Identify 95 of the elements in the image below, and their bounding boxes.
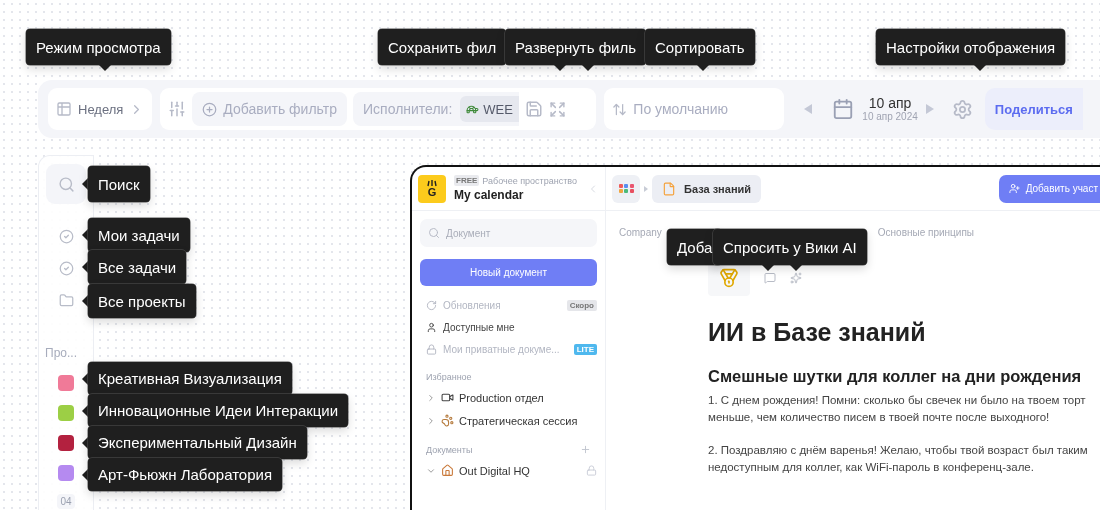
tooltip-pointer-icon [82, 372, 88, 385]
assignee-chip[interactable]: WEE [460, 96, 519, 122]
check-circle-icon [58, 260, 74, 276]
house-icon [441, 464, 454, 477]
group-title: Документы [426, 444, 473, 455]
document-search-field[interactable]: Документ [420, 219, 597, 247]
add-filter-button[interactable]: Добавить фильтр [192, 92, 347, 126]
search-icon [57, 175, 75, 193]
tooltip: Сохранить фил [378, 29, 507, 65]
plus-circle-icon [202, 101, 218, 117]
tree-item[interactable]: Out Digital HQ [459, 464, 581, 477]
tooltip-pointer-icon [82, 436, 88, 449]
tooltip-pointer-icon [82, 295, 88, 307]
save-icon[interactable] [524, 100, 543, 118]
paw-icon [441, 414, 454, 427]
search-button[interactable] [46, 164, 86, 204]
tooltip-pointer-icon [790, 265, 802, 271]
full-date-label: 10 апр 2024 [862, 111, 918, 123]
document-icon [662, 181, 676, 196]
footer-label: 04 [57, 494, 75, 509]
tooltip: Развернуть филь [505, 29, 646, 65]
menu-item[interactable]: Доступные мне [443, 321, 597, 333]
caret-icon [644, 185, 648, 192]
tooltip-pointer-icon [82, 404, 88, 417]
sparkle-icon[interactable] [790, 272, 802, 284]
menu-badge: Скоро [566, 299, 597, 311]
expand-icon[interactable] [548, 100, 566, 118]
tree-item[interactable]: Production отдел [459, 391, 597, 404]
tooltip-pointer-icon [974, 65, 986, 71]
tooltip-pointer-icon [82, 261, 88, 273]
tooltip: Мои задачи [88, 218, 190, 252]
menu-badge: LITE [573, 343, 597, 355]
tooltip: Настройки отображения [876, 29, 1066, 65]
plan-badge: FREE [454, 175, 480, 186]
add-member-button[interactable]: Добавить участ [998, 174, 1100, 203]
paragraph: 2. Поздравляю с днём варенья! Желаю, чтобы твой возраст был таким недоступным для коллег, как WiFi-пароль в конференц-зале. [708, 443, 1089, 475]
tooltip-pointer-icon [82, 178, 88, 190]
refresh-icon [426, 299, 437, 311]
chevron-right-icon[interactable] [426, 392, 436, 403]
share-button[interactable]: Поделиться [984, 88, 1083, 130]
new-document-button[interactable]: Новый документ [420, 259, 597, 286]
tooltip-pointer-icon [82, 468, 88, 481]
tooltip-pointer-icon [99, 65, 111, 71]
tooltip: Инновационные Идеи Интеракции [88, 394, 349, 427]
tooltip: Все задачи [88, 250, 187, 284]
tooltip: Сортировать [645, 29, 755, 65]
workspace-name[interactable]: My calendar [454, 188, 577, 202]
tooltip-pointer-icon [762, 265, 774, 271]
tooltip-pointer-icon [697, 65, 709, 71]
sliders-icon[interactable] [168, 100, 187, 118]
chevron-right-icon[interactable] [426, 415, 436, 426]
section-label: Про... [44, 346, 77, 360]
settings-icon[interactable] [951, 98, 973, 120]
tooltip-pointer-icon [582, 65, 594, 71]
tree-item[interactable]: Стратегическая сессия [459, 414, 597, 427]
search-icon [428, 227, 440, 239]
tooltip: Креативная Визуализация [88, 362, 292, 395]
video-camera-icon [441, 391, 454, 404]
tooltip-pointer-icon [82, 229, 88, 241]
project-icon[interactable] [58, 435, 74, 451]
folder-icon [58, 292, 74, 308]
tooltip: Экспериментальный Дизайн [88, 426, 307, 459]
paragraph: 1. С днем рождения! Помни: сколько бы свечек ни было на твоем торт меньше, чем количество писем в твоей почте после выходного! [708, 393, 1087, 425]
tooltip: Поиск [88, 166, 150, 202]
apps-button[interactable] [612, 174, 640, 203]
sort-icon [612, 101, 628, 117]
project-icon[interactable] [58, 465, 74, 481]
breadcrumb-item[interactable]: Основные принципы [877, 227, 975, 238]
date-label: 10 апр [868, 95, 912, 112]
calendar-icon[interactable] [832, 98, 855, 120]
tooltip: Все проекты [88, 284, 196, 318]
comment-icon[interactable] [764, 272, 776, 284]
tooltip: Режим просмотра [26, 29, 171, 65]
workspace-logo: G [418, 174, 446, 203]
group-title: Избранное [426, 372, 472, 382]
calendar-table-icon [56, 101, 72, 117]
previous-icon[interactable] [804, 104, 813, 114]
user-plus-icon [1008, 183, 1020, 194]
next-icon[interactable] [925, 104, 934, 114]
assignee-label: Исполнители: [363, 101, 453, 117]
view-mode-label[interactable]: Неделя [78, 101, 124, 117]
workspace-label: Рабочее пространство [482, 175, 577, 186]
check-circle-icon [58, 228, 74, 244]
plus-icon[interactable] [580, 444, 591, 455]
breadcrumb-chip[interactable]: База знаний [652, 174, 762, 203]
project-icon[interactable] [58, 375, 74, 391]
breadcrumb-item[interactable]: Company [619, 227, 662, 238]
page-title: ИИ в Базе знаний [708, 318, 927, 347]
tooltip: Арт-Фьюжн Лаборатория [88, 458, 283, 491]
lock-icon [426, 343, 437, 355]
tooltip: Спросить у Вики AI [713, 229, 867, 265]
user-icon [426, 321, 437, 333]
medal-icon [719, 268, 739, 288]
tooltip-pointer-icon [554, 65, 566, 71]
section-heading: Смешные шутки для коллег на дни рождения [708, 367, 1083, 386]
